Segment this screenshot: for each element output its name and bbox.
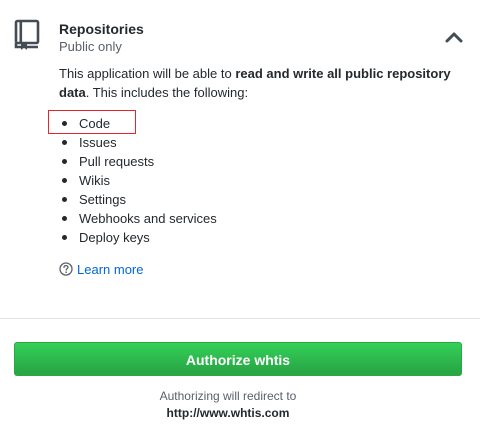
bullet [62, 235, 67, 240]
authorize-button[interactable]: Authorize whtis [14, 342, 462, 376]
question-circle-icon [59, 262, 73, 276]
bullet [62, 216, 67, 221]
learn-more-link[interactable]: Learn more [59, 260, 143, 278]
divider [0, 318, 480, 319]
list-item-label: Webhooks and services [79, 211, 217, 226]
list-item-label: Pull requests [79, 154, 155, 169]
list-item-label: Issues [79, 135, 117, 150]
highlight-box-code [48, 110, 136, 134]
learn-more-label: Learn more [77, 261, 144, 277]
bullet [62, 140, 67, 145]
permission-scope: Public only [59, 39, 122, 54]
repo-icon [14, 19, 40, 50]
permission-description: This application will be able to read an… [59, 64, 459, 102]
list-item-issues: Issues [59, 133, 217, 152]
description-suffix: . This includes the following: [85, 85, 249, 100]
repositories-permission: Repositories Public only This applicatio… [0, 0, 480, 318]
list-item-wikis: Wikis [59, 171, 217, 190]
collapse-button[interactable] [443, 28, 465, 46]
list-item-pull-requests: Pull requests [59, 152, 217, 171]
list-item-label: Deploy keys [79, 230, 150, 245]
redirect-url: http://www.whtis.com [166, 406, 290, 420]
list-item-label: Wikis [79, 173, 111, 188]
redirect-note: Authorizing will redirect to [159, 389, 297, 403]
bullet [62, 178, 67, 183]
list-item-label: Settings [79, 192, 126, 207]
permission-title: Repositories [59, 21, 144, 37]
list-item-webhooks: Webhooks and services [59, 209, 217, 228]
bullet [62, 197, 67, 202]
list-item-settings: Settings [59, 190, 217, 209]
description-prefix: This application will be able to [59, 66, 236, 81]
list-item-deploy-keys: Deploy keys [59, 228, 217, 247]
bullet [62, 159, 67, 164]
chevron-up-icon [445, 32, 463, 43]
